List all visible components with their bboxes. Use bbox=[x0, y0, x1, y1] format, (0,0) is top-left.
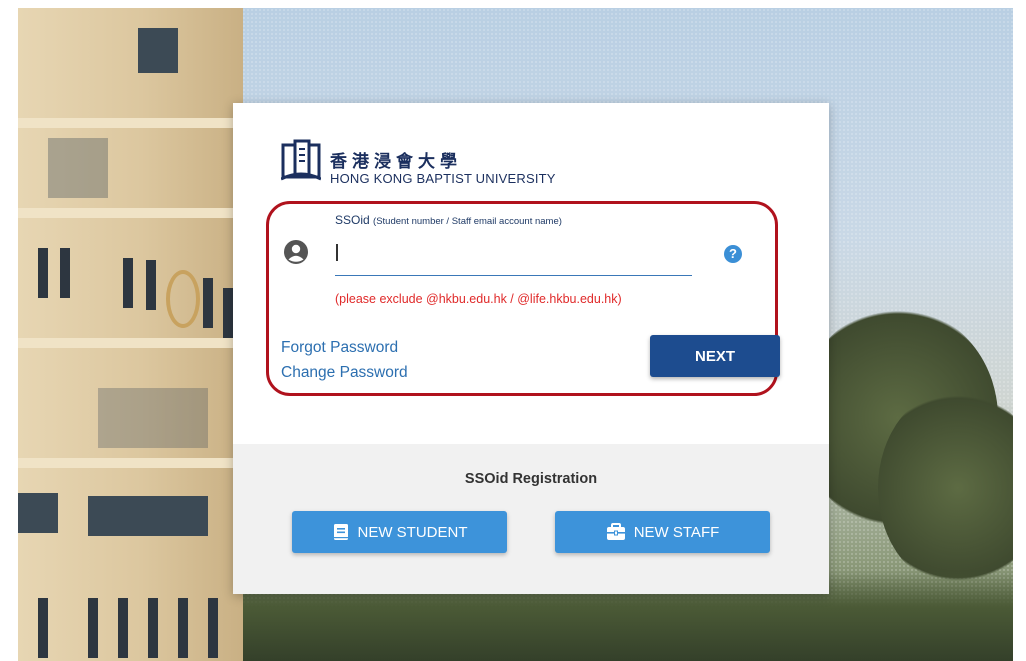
ssoid-hint: (please exclude @hkbu.edu.hk / @life.hkb… bbox=[335, 292, 622, 306]
book-icon bbox=[333, 524, 348, 540]
new-student-button[interactable]: NEW STUDENT bbox=[292, 511, 507, 553]
ssoid-label-sub: (Student number / Staff email account na… bbox=[373, 216, 562, 227]
registration-title: SSOid Registration bbox=[464, 471, 598, 487]
forgot-password-link[interactable]: Forgot Password bbox=[281, 339, 398, 357]
next-button[interactable]: NEXT bbox=[650, 335, 780, 377]
university-name-english: HONG KONG BAPTIST UNIVERSITY bbox=[330, 171, 556, 186]
briefcase-icon bbox=[606, 523, 625, 540]
change-password-link[interactable]: Change Password bbox=[281, 364, 408, 382]
campus-building bbox=[18, 8, 243, 661]
user-icon bbox=[284, 240, 308, 264]
help-icon[interactable]: ? bbox=[724, 245, 742, 263]
new-student-label: NEW STUDENT bbox=[357, 523, 468, 541]
new-staff-button[interactable]: NEW STAFF bbox=[555, 511, 770, 553]
ssoid-label: SSOid (Student number / Staff email acco… bbox=[335, 213, 562, 227]
university-name-chinese: 香港浸會大學 bbox=[330, 152, 462, 172]
ssoid-input[interactable] bbox=[335, 236, 692, 276]
new-staff-label: NEW STAFF bbox=[633, 523, 720, 541]
university-logo bbox=[281, 139, 321, 181]
ssoid-label-main: SSOid bbox=[335, 213, 370, 227]
text-cursor bbox=[336, 244, 338, 261]
